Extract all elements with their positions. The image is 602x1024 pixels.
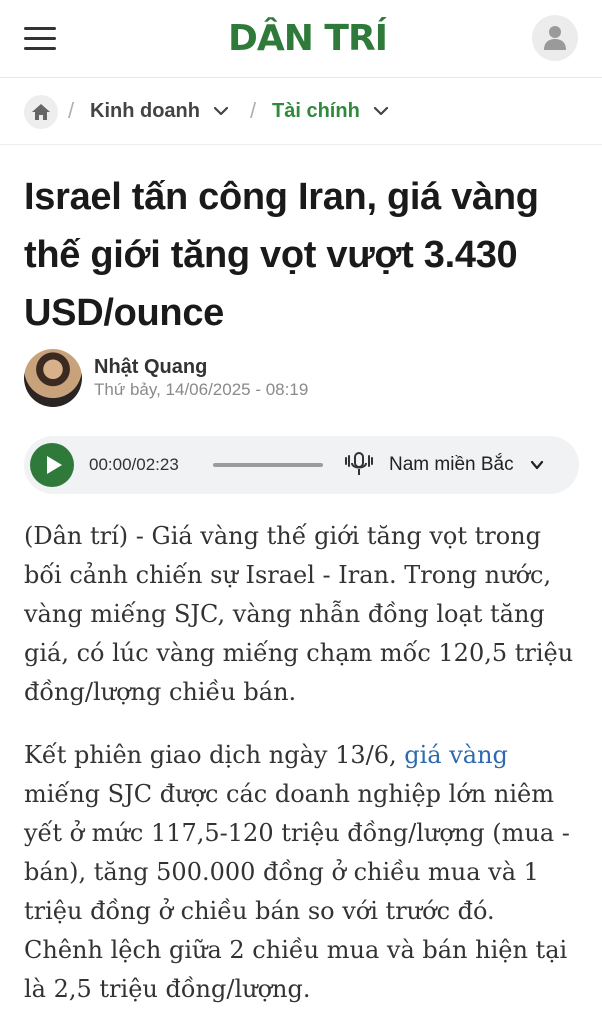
author-avatar[interactable]: [24, 349, 82, 407]
breadcrumb-separator: /: [68, 98, 75, 123]
article-paragraph: Kết phiên giao dịch ngày 13/6, giá vàng …: [24, 736, 580, 1009]
chevron-down-icon[interactable]: [212, 102, 230, 120]
microphone-icon[interactable]: [344, 450, 374, 480]
article-title: Israel tấn công Iran, giá vàng thế giới …: [24, 176, 539, 334]
breadcrumb: / Kinh doanh / Tài chính: [0, 79, 602, 145]
audio-player: 00:00/02:23 Nam miền Bắc: [24, 436, 579, 494]
play-icon: [47, 456, 62, 474]
gold-price-link[interactable]: giá vàng: [404, 741, 508, 769]
voice-selector[interactable]: Nam miền Bắc: [389, 453, 514, 477]
publish-date: Thứ bảy, 14/06/2025 - 08:19: [94, 380, 309, 399]
dantri-logo[interactable]: DÂN TRÍ: [228, 18, 388, 60]
account-button[interactable]: [532, 15, 578, 61]
article-paragraph: (Dân trí) - Giá vàng thế giới tăng vọt t…: [24, 522, 574, 706]
play-button[interactable]: [30, 443, 74, 487]
author-name[interactable]: Nhật Quang: [94, 355, 207, 379]
user-icon: [544, 26, 566, 50]
breadcrumb-tai-chinh[interactable]: Tài chính: [272, 98, 360, 124]
paragraph-text: Kết phiên giao dịch ngày 13/6,: [24, 741, 405, 769]
top-bar: DÂN TRÍ: [0, 0, 602, 78]
chevron-down-icon[interactable]: [530, 458, 544, 472]
menu-icon[interactable]: [24, 25, 56, 51]
chevron-down-icon[interactable]: [372, 102, 390, 120]
home-icon: [32, 104, 50, 120]
breadcrumb-separator: /: [250, 98, 257, 123]
audio-time: 00:00/02:23: [89, 455, 179, 474]
paragraph-text: miếng SJC được các doanh nghiệp lớn niêm…: [24, 780, 570, 1003]
home-button[interactable]: [24, 95, 58, 129]
audio-progress-bar[interactable]: [213, 463, 323, 467]
breadcrumb-kinh-doanh[interactable]: Kinh doanh: [90, 98, 200, 124]
